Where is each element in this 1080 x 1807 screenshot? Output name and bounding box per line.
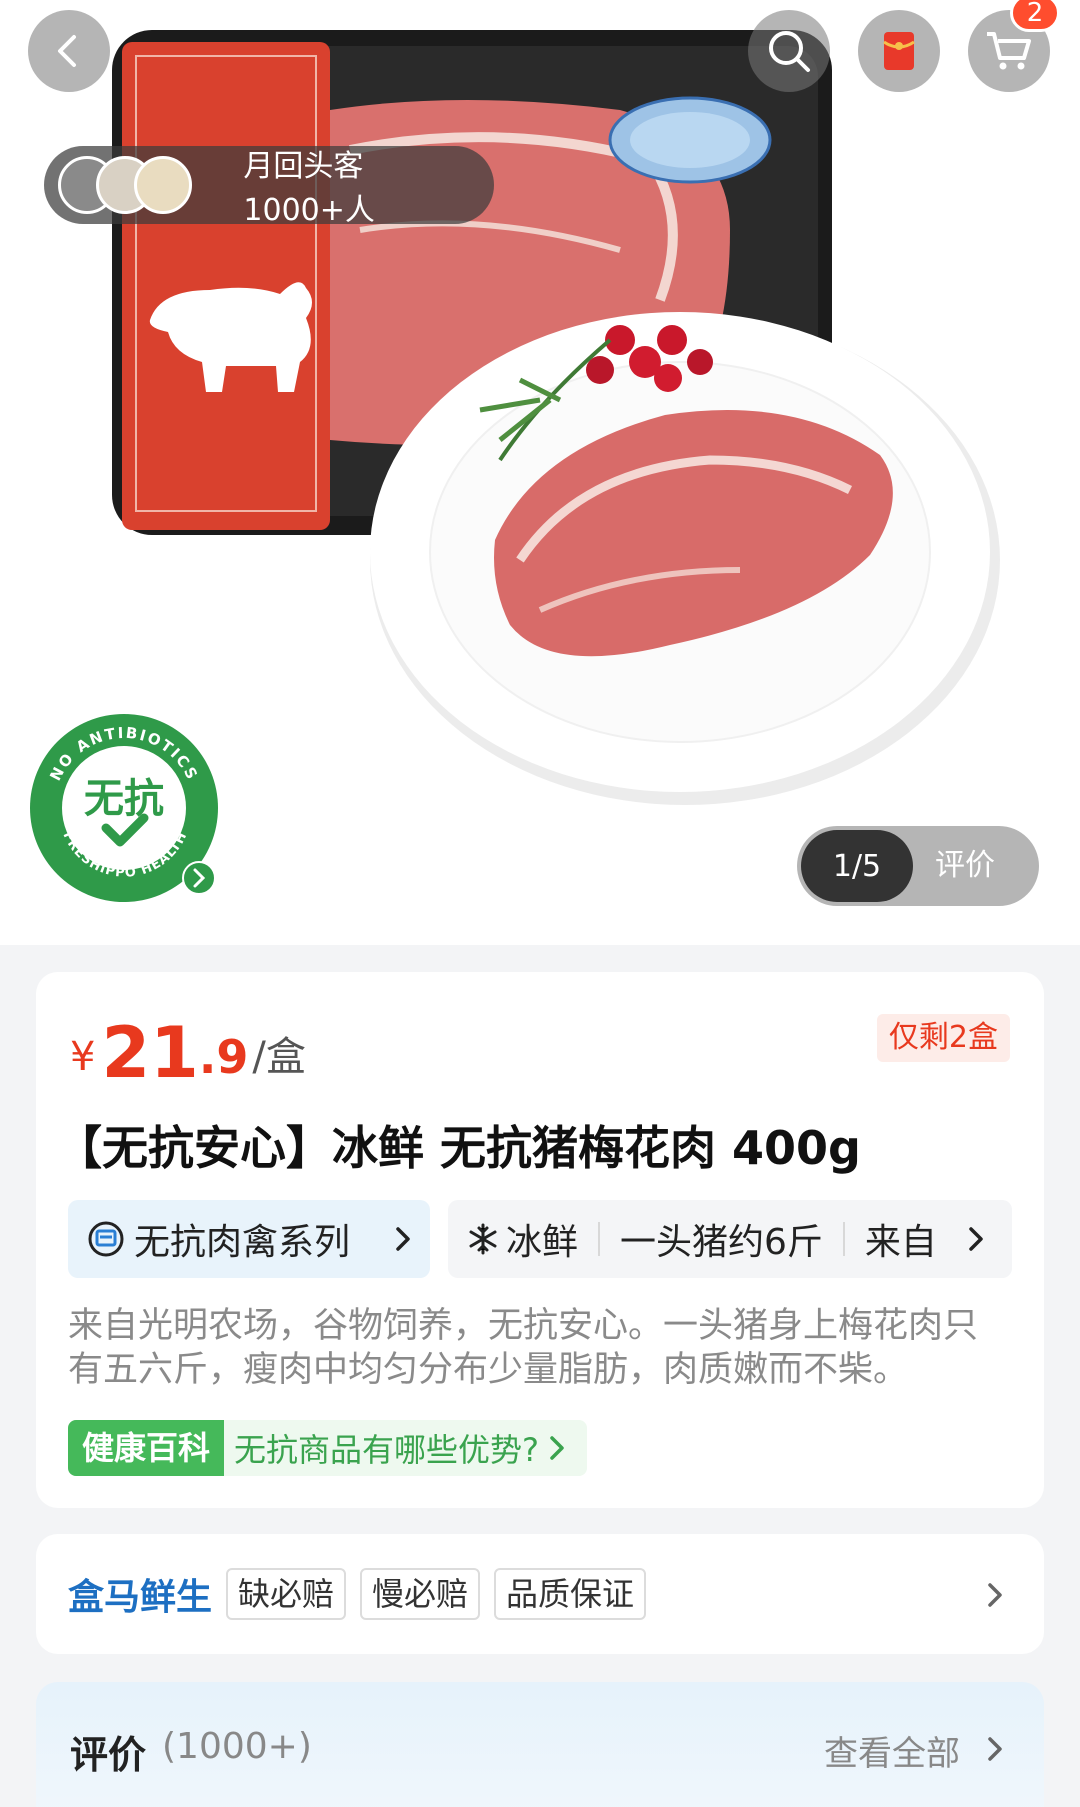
reviews-count: (1000+) xyxy=(162,1726,312,1767)
gallery-review-tab[interactable]: 评价 xyxy=(935,826,995,906)
back-button[interactable] xyxy=(28,10,110,92)
badge-cn-text: 无抗 xyxy=(84,776,164,822)
service-guarantee-card[interactable]: 盒马鲜生 缺必赔 慢必赔 品质保证 xyxy=(36,1534,1044,1654)
red-packet-button[interactable] xyxy=(858,10,940,92)
attribute-label: 来自 xyxy=(864,1222,937,1263)
attribute-label: 一头猪约6斤 xyxy=(620,1222,823,1263)
brand-name: 盒马鲜生 xyxy=(68,1577,213,1618)
attribute-label: 冰鲜 xyxy=(506,1222,579,1263)
product-title: 【无抗安心】冰鲜 无抗猪梅花肉 400g xyxy=(56,1121,861,1175)
divider xyxy=(842,1222,845,1256)
product-info-card: ¥ 21 .9 /盒 仅剩2盒 【无抗安心】冰鲜 无抗猪梅花肉 400g 无抗肉… xyxy=(36,972,1044,1508)
no-antibiotics-badge[interactable]: NO ANTIBIOTICS FRESHIPPO HEALTH 无抗 xyxy=(26,710,222,906)
image-index[interactable]: 1/5 xyxy=(801,830,913,902)
health-wiki-link[interactable]: 健康百科 无抗商品有哪些优势? xyxy=(68,1420,588,1476)
series-icon xyxy=(88,1221,124,1257)
health-wiki-tag: 健康百科 xyxy=(68,1420,225,1476)
chevron-right-icon xyxy=(988,1583,1002,1607)
chevron-right-icon xyxy=(969,1227,983,1251)
search-button[interactable] xyxy=(748,10,830,92)
price-unit: /盒 xyxy=(252,1034,306,1080)
chevron-right-icon xyxy=(396,1227,410,1251)
price-integer: 21 xyxy=(101,1012,199,1094)
cart-icon xyxy=(987,32,1031,70)
gallery-switch[interactable]: 1/5 评价 xyxy=(797,826,1039,906)
product-chips: 无抗肉禽系列 冰鲜 一头猪约6斤 来自 xyxy=(68,1200,1012,1278)
series-label: 无抗肉禽系列 xyxy=(134,1222,351,1263)
chevron-left-icon xyxy=(58,35,76,67)
price-decimal: .9 xyxy=(198,1030,249,1084)
guarantee-tag: 品质保证 xyxy=(494,1568,647,1620)
chevron-right-icon[interactable] xyxy=(984,1732,1006,1766)
more-attributes[interactable] xyxy=(942,1200,1012,1278)
repeat-customers-text: 月回头客1000+人 xyxy=(243,149,375,228)
reviews-title: 评价 xyxy=(70,1733,147,1777)
no-antibiotics-seal: NO ANTIBIOTICS FRESHIPPO HEALTH 无抗 xyxy=(30,714,218,902)
stock-badge: 仅剩2盒 xyxy=(876,1014,1010,1062)
repeat-customers-pill: 月回头客1000+人 xyxy=(44,146,494,228)
attributes-chip[interactable]: 冰鲜 一头猪约6斤 来自 xyxy=(448,1200,1012,1278)
reviews-card: 评价 (1000+) 查看全部 xyxy=(36,1682,1044,1807)
snowflake-icon xyxy=(469,1223,497,1255)
price: ¥ 21 .9 /盒 xyxy=(70,1008,306,1088)
product-description: 来自光明农场，谷物饲养，无抗安心。一头猪身上梅花肉只有五六斤，瘦肉中均匀分布少量… xyxy=(68,1306,979,1390)
search-icon xyxy=(769,31,810,72)
attribute-chilled: 冰鲜 xyxy=(466,1213,578,1265)
avatar xyxy=(134,156,192,214)
guarantee-tag: 缺必赔 xyxy=(226,1568,347,1620)
divider xyxy=(598,1222,601,1256)
series-chip[interactable]: 无抗肉禽系列 xyxy=(68,1200,430,1278)
cart-count-badge: 2 xyxy=(1010,0,1060,32)
red-envelope-icon xyxy=(883,32,915,70)
health-wiki-text: 无抗商品有哪些优势? xyxy=(234,1431,540,1469)
view-all-reviews-link[interactable]: 查看全部 xyxy=(824,1726,960,1775)
avatar-stack xyxy=(44,146,203,224)
currency-symbol: ¥ xyxy=(70,1034,96,1080)
chevron-right-icon xyxy=(550,1436,564,1460)
guarantee-tag: 慢必赔 xyxy=(360,1568,481,1620)
product-gallery[interactable]: 2 月回头客1000+人 NO ANTIBIOTICS FRESHIPPO HE… xyxy=(0,0,1080,945)
